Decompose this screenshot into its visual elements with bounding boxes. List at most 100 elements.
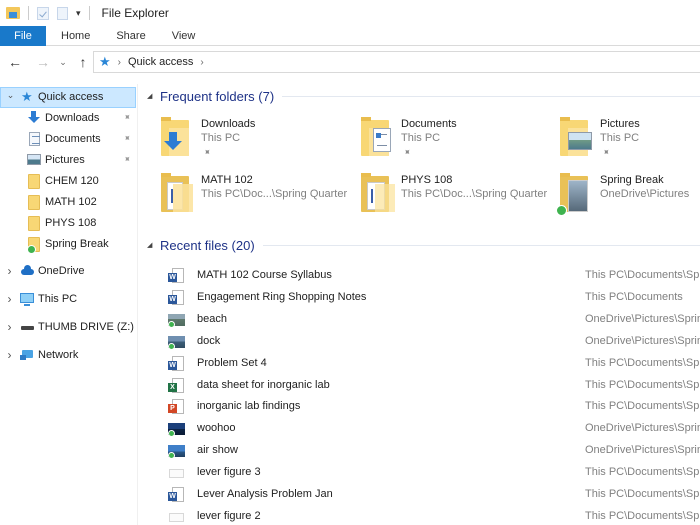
recent-file-row[interactable]: dock OneDrive\Pictures\Spring	[145, 331, 700, 353]
sidebar-item-label: MATH 102	[45, 196, 97, 208]
expand-chevron-icon[interactable]: ›	[5, 264, 14, 278]
image-file-icon	[168, 465, 185, 481]
sidebar-item-downloads[interactable]: Downloads ✦	[0, 108, 136, 129]
breadcrumb-quick-access[interactable]: Quick access	[128, 56, 193, 68]
file-location: This PC\Documents\Spri	[585, 269, 700, 281]
quick-access-star-icon: ★	[99, 54, 111, 69]
back-button[interactable]: ←	[4, 51, 26, 73]
this-pc-icon	[20, 293, 34, 306]
recent-file-row[interactable]: W Lever Analysis Problem Jan This PC\Docum…	[145, 484, 700, 506]
photo-icon	[168, 334, 185, 350]
folder-tile-math-102[interactable]: MATH 102 This PC\Doc...\Spring Quarter	[145, 172, 347, 220]
sync-check-icon	[27, 245, 36, 254]
folder-tile-downloads[interactable]: Downloads This PC ✦	[145, 116, 335, 164]
file-location: This PC\Documents\Spri	[585, 356, 700, 369]
collapse-triangle-icon[interactable]: ◢	[147, 241, 157, 249]
recent-file-row[interactable]: lever figure 3 This PC\Documents\Spri	[145, 462, 700, 484]
file-location: This PC\Documents\Spri	[585, 466, 700, 479]
pin-icon[interactable]: ✦	[120, 111, 133, 124]
sidebar-item-thumb-drive[interactable]: › THUMB DRIVE (Z:)	[0, 317, 136, 338]
folder-tile-phys-108[interactable]: PHYS 108 This PC\Doc...\Spring Quarter	[345, 172, 547, 220]
section-title: Recent files (20)	[160, 237, 255, 253]
expand-chevron-icon[interactable]: ›	[5, 292, 14, 306]
file-location: This PC\Documents\Spri	[585, 509, 700, 522]
folder-location: OneDrive\Pictures	[600, 188, 690, 200]
sidebar-item-chem-120[interactable]: CHEM 120	[0, 171, 136, 192]
pin-icon[interactable]: ✦	[120, 132, 133, 145]
collapse-triangle-icon[interactable]: ◢	[147, 92, 157, 100]
address-separator-icon[interactable]: ›	[200, 57, 203, 68]
folder-name: Downloads	[201, 118, 256, 130]
file-name: Problem Set 4	[197, 356, 267, 369]
folder-tile-pictures[interactable]: Pictures This PC ✦	[544, 116, 700, 164]
sidebar-item-label: CHEM 120	[45, 175, 99, 187]
customize-toolbar-dropdown-icon[interactable]: ▾	[76, 8, 81, 18]
recent-file-row[interactable]: lever figure 2 This PC\Documents\Spri	[145, 506, 700, 525]
sidebar-item-math-102[interactable]: MATH 102	[0, 192, 136, 213]
expand-chevron-icon[interactable]: ›	[5, 320, 14, 334]
file-location: OneDrive\Pictures\Spring	[585, 422, 700, 435]
title-divider	[88, 6, 90, 20]
navigation-pane: ⌄ ★ Quick access Downloads ✦ Documents ✦…	[0, 84, 138, 525]
folder-location: This PC	[401, 132, 441, 144]
section-divider	[282, 95, 700, 97]
folder-name: PHYS 108	[401, 174, 453, 186]
expand-chevron-icon[interactable]: ›	[5, 348, 14, 362]
file-name: woohoo	[197, 422, 236, 435]
address-bar[interactable]: ★ › Quick access ›	[93, 51, 700, 73]
address-separator-icon[interactable]: ›	[118, 57, 121, 68]
excel-workbook-icon: X	[168, 377, 185, 394]
recent-file-row[interactable]: air show OneDrive\Pictures\Spring	[145, 440, 700, 462]
recent-file-row[interactable]: woohoo OneDrive\Pictures\Spring	[145, 418, 700, 440]
sidebar-item-label: Downloads	[45, 112, 100, 124]
sidebar-item-spring-break[interactable]: Spring Break	[0, 234, 136, 255]
recent-file-row[interactable]: W Engagement Ring Shopping Notes This PC\D…	[145, 287, 700, 309]
recent-file-row[interactable]: beach OneDrive\Pictures\Spring	[145, 309, 700, 331]
folder-name: Spring Break	[600, 174, 664, 186]
tab-file[interactable]: File	[0, 26, 46, 46]
synced-folder-icon	[27, 237, 40, 254]
folder-tile-spring-break[interactable]: Spring Break OneDrive\Pictures	[544, 172, 700, 220]
tab-home[interactable]: Home	[48, 26, 103, 46]
collapse-chevron-icon[interactable]: ⌄	[6, 90, 15, 101]
sidebar-item-pictures[interactable]: Pictures ✦	[0, 150, 136, 171]
sidebar-item-quick-access[interactable]: ⌄ ★ Quick access	[0, 87, 136, 108]
word-document-icon: W	[168, 289, 185, 306]
documents-icon	[29, 132, 40, 146]
recent-files-header[interactable]: ◢ Recent files (20)	[145, 235, 700, 255]
sync-check-icon	[556, 205, 567, 216]
quick-access-star-icon: ★	[21, 89, 33, 104]
recent-file-row[interactable]: Pinorganic lab findings This PC\Documents…	[145, 396, 700, 418]
sidebar-item-phys-108[interactable]: PHYS 108	[0, 213, 136, 234]
folder-name: Documents	[401, 118, 457, 130]
properties-icon[interactable]	[37, 6, 49, 20]
pin-icon[interactable]: ✦	[120, 153, 133, 166]
sidebar-item-network[interactable]: › Network	[0, 345, 136, 366]
file-name: air show	[197, 444, 238, 457]
navigation-bar: ← → ⌄ ↑ ★ › Quick access ›	[0, 48, 700, 76]
new-folder-icon[interactable]	[57, 6, 68, 20]
folder-icon	[28, 195, 40, 210]
tab-view[interactable]: View	[159, 26, 209, 46]
up-button[interactable]: ↑	[72, 51, 94, 73]
powerpoint-presentation-icon: P	[168, 399, 185, 415]
sidebar-item-documents[interactable]: Documents ✦	[0, 129, 136, 150]
sidebar-item-this-pc[interactable]: › This PC	[0, 289, 136, 310]
content-pane: ◢ Frequent folders (7) Downloads This PC…	[145, 84, 700, 525]
recent-file-row[interactable]: W MATH 102 Course Syllabus This PC\Documen…	[145, 265, 700, 287]
recent-locations-button[interactable]: ⌄	[56, 51, 70, 73]
forward-button[interactable]: →	[32, 51, 54, 73]
sidebar-item-label: Documents	[45, 133, 101, 145]
quick-access-toolbar-divider	[28, 6, 29, 20]
folder-name: MATH 102	[201, 174, 253, 186]
file-name: inorganic lab findings	[197, 400, 301, 413]
frequent-folders-header[interactable]: ◢ Frequent folders (7)	[145, 86, 700, 106]
recent-file-row[interactable]: Xdata sheet for inorganic lab This PC\Doc…	[145, 375, 700, 397]
tab-share[interactable]: Share	[103, 26, 158, 46]
up-arrow-icon: ↑	[79, 54, 87, 70]
sidebar-item-onedrive[interactable]: › OneDrive	[0, 261, 136, 282]
folder-tile-documents[interactable]: Documents This PC ✦	[345, 116, 535, 164]
forward-arrow-icon: →	[36, 54, 50, 70]
recent-file-row[interactable]: W Problem Set 4 This PC\Documents\Spri	[145, 353, 700, 375]
file-location: This PC\Documents\Spri	[585, 378, 700, 391]
